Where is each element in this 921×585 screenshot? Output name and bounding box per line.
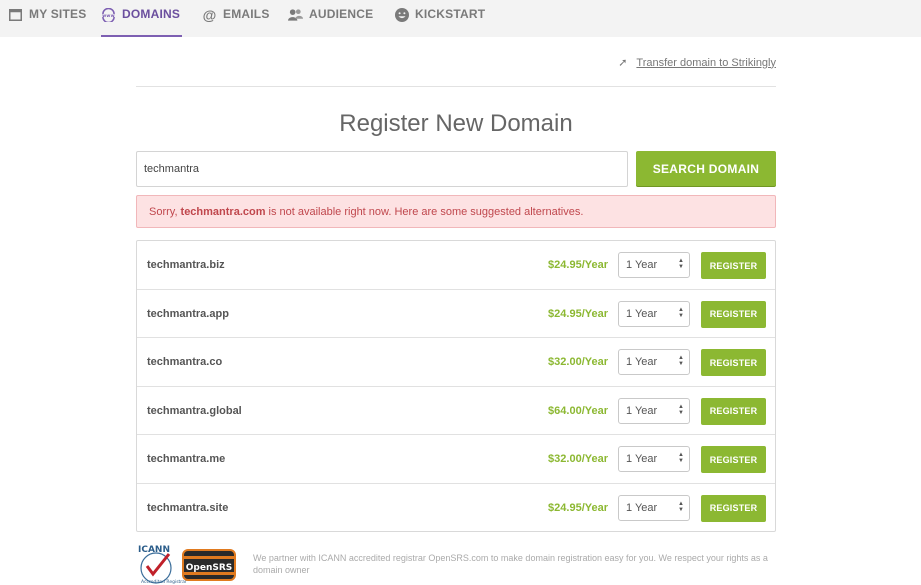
spinner-arrows-icon: ▲ ▼ <box>678 355 684 367</box>
domain-search-input[interactable] <box>136 151 628 187</box>
nav-item-emails[interactable]: @ EMAILS <box>202 0 270 37</box>
people-icon <box>288 7 303 22</box>
alert-domain: techmantra.com <box>180 205 266 218</box>
register-button[interactable]: REGISTER <box>701 397 766 425</box>
svg-text:www: www <box>102 13 114 18</box>
domain-name: techmantra.global <box>147 404 242 417</box>
period-select[interactable]: 1 Year ▲ ▼ <box>618 349 690 375</box>
list-item: techmantra.site $24.95/Year 1 Year ▲ ▼ REG… <box>137 484 775 533</box>
nav-label: AUDIENCE <box>309 7 374 21</box>
nav-label: DOMAINS <box>122 7 181 21</box>
domain-price: $32.00/Year <box>548 356 608 368</box>
period-value: 1 Year <box>626 404 658 417</box>
list-item: techmantra.biz $24.95/Year 1 Year ▲ ▼ REGI… <box>137 241 775 290</box>
period-select[interactable]: 1 Year ▲ ▼ <box>618 252 690 278</box>
spinner-arrows-icon: ▲ ▼ <box>678 500 684 513</box>
nav-label: EMAILS <box>223 7 270 21</box>
spinner-arrows-icon: ▲ ▼ <box>678 306 684 319</box>
register-button[interactable]: REGISTER <box>701 252 766 279</box>
icann-logo-subtext: Accredited Registrar <box>141 579 187 585</box>
period-value: 1 Year <box>626 356 658 368</box>
search-domain-button[interactable]: SEARCH DOMAIN <box>636 151 776 186</box>
domain-price: $24.95/Year <box>548 501 608 514</box>
list-item: techmantra.app $24.95/Year 1 Year ▲ ▼ REGI… <box>137 290 775 338</box>
opensrs-logo: OpenSRS <box>182 549 236 581</box>
window-icon <box>8 7 23 22</box>
nav-item-my-sites[interactable]: MY SITES <box>8 0 86 37</box>
period-select[interactable]: 1 Year ▲ ▼ <box>618 446 690 472</box>
nav-label: KICKSTART <box>415 7 486 21</box>
suggestions-list: techmantra.biz $24.95/Year 1 Year ▲ ▼ REGI… <box>136 240 776 532</box>
unavailable-alert: Sorry, techmantra.com is not available r… <box>136 195 776 228</box>
register-button[interactable]: REGISTER <box>701 446 766 473</box>
period-value: 1 Year <box>626 307 658 320</box>
register-button[interactable]: REGISTER <box>701 300 766 328</box>
nav-item-audience[interactable]: AUDIENCE <box>288 0 373 37</box>
at-icon: @ <box>202 6 217 23</box>
period-select[interactable]: 1 Year ▲ ▼ <box>618 397 690 424</box>
period-value: 1 Year <box>626 501 658 514</box>
domain-name: techmantra.app <box>147 307 229 320</box>
spinner-arrows-icon: ▲ ▼ <box>678 452 684 464</box>
domain-name: techmantra.co <box>147 356 223 368</box>
spinner-arrows-icon: ▲ ▼ <box>678 403 684 416</box>
domain-price: $32.00/Year <box>548 453 608 465</box>
list-item: techmantra.me $32.00/Year 1 Year ▲ ▼ REGIS… <box>137 435 775 484</box>
nav-label: MY SITES <box>29 7 87 21</box>
icann-logo: ICANN Accredited Registrar OpenSRS <box>138 545 236 585</box>
domain-name: techmantra.me <box>147 453 226 465</box>
period-value: 1 Year <box>626 453 658 465</box>
list-item: techmantra.co $32.00/Year 1 Year ▲ ▼ REGIS… <box>137 338 775 387</box>
alert-prefix: Sorry, <box>149 205 178 218</box>
divider <box>136 86 776 87</box>
domain-price: $64.00/Year <box>548 404 608 417</box>
domain-name: techmantra.biz <box>147 259 225 271</box>
period-select[interactable]: 1 Year ▲ ▼ <box>618 300 690 327</box>
period-value: 1 Year <box>626 259 658 271</box>
spinner-arrows-icon: ▲ ▼ <box>678 258 684 270</box>
partner-logos: ICANN Accredited Registrar OpenSRS <box>136 542 241 585</box>
alert-suffix: is not available right now. Here are som… <box>268 205 584 218</box>
domain-price: $24.95/Year <box>548 259 608 271</box>
register-button[interactable]: REGISTER <box>701 494 766 522</box>
list-item: techmantra.global $64.00/Year 1 Year ▲ ▼ R… <box>137 387 775 435</box>
opensrs-logo-text: OpenSRS <box>186 563 233 573</box>
nav-item-kickstart[interactable]: KICKSTART <box>394 0 485 37</box>
register-button[interactable]: REGISTER <box>701 349 766 376</box>
page-title: Register New Domain <box>339 110 573 137</box>
transfer-domain-link[interactable]: Transfer domain to Strikingly <box>636 57 776 69</box>
top-nav: MY SITES www DOMAINS @ EMAILS AUDIENCE K… <box>0 0 921 37</box>
www-globe-icon: www <box>101 7 116 22</box>
transfer-link-row: ➚ Transfer domain to Strikingly <box>618 56 776 70</box>
smiley-icon <box>394 7 409 22</box>
share-arrow-icon: ➚ <box>618 57 628 69</box>
domain-name: techmantra.site <box>147 501 229 514</box>
footer-disclaimer: We partner with ICANN accredited registr… <box>253 553 768 575</box>
period-select[interactable]: 1 Year ▲ ▼ <box>618 494 690 521</box>
domain-price: $24.95/Year <box>548 307 608 320</box>
nav-item-domains[interactable]: www DOMAINS <box>101 0 183 37</box>
